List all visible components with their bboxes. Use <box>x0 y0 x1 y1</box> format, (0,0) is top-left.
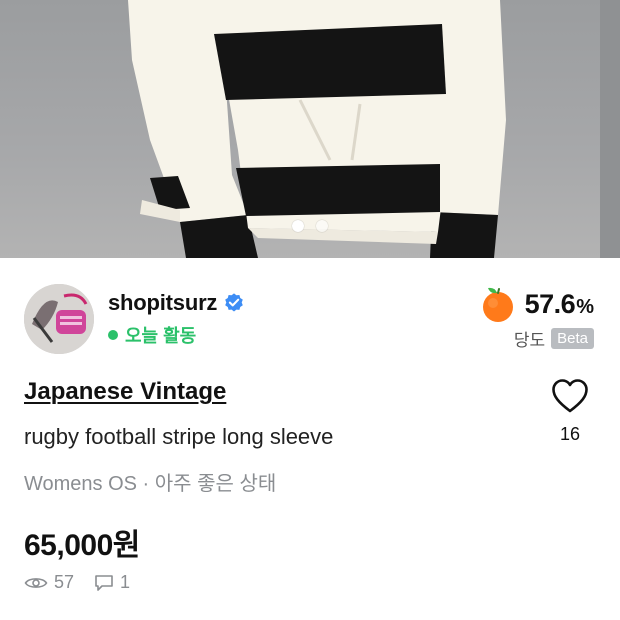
activity-status: 오늘 활동 <box>108 322 196 348</box>
beta-badge: Beta <box>551 328 594 349</box>
verified-badge-icon <box>225 293 244 312</box>
product-price: 65,000원 <box>24 529 140 562</box>
product-title[interactable]: Japanese Vintage <box>24 378 226 406</box>
comment-icon <box>95 574 113 591</box>
like-count: 16 <box>559 424 581 444</box>
seller-avatar[interactable] <box>24 284 94 354</box>
seller-rating[interactable]: 57.6% 당도 Beta <box>456 284 596 354</box>
carousel-dot-active[interactable] <box>292 220 304 232</box>
comment-count: 1 <box>120 572 131 592</box>
heart-icon[interactable] <box>551 378 589 414</box>
product-meta: Womens OS · 아주 좋은 상태 <box>24 473 277 495</box>
eye-icon <box>24 577 48 588</box>
product-stats: 57 1 <box>24 572 130 593</box>
seller-name[interactable]: shopitsurz <box>108 290 217 316</box>
carousel-indicator <box>0 220 620 232</box>
seller-profile[interactable]: shopitsurz 오늘 활동 57.6% 당도 Beta <box>24 284 596 354</box>
carousel-dot[interactable] <box>316 220 328 232</box>
like-button[interactable]: 16 <box>546 378 594 445</box>
product-description: rugby football stripe long sleeve <box>24 424 334 449</box>
online-dot-icon <box>108 330 118 340</box>
product-photo[interactable] <box>0 0 620 258</box>
orange-fruit-icon <box>482 287 513 322</box>
rating-unit: % <box>576 295 594 318</box>
view-count: 57 <box>54 572 75 592</box>
rating-label: 당도 <box>513 331 546 350</box>
rating-value: 57.6 <box>524 288 576 319</box>
activity-text: 오늘 활동 <box>125 326 197 346</box>
